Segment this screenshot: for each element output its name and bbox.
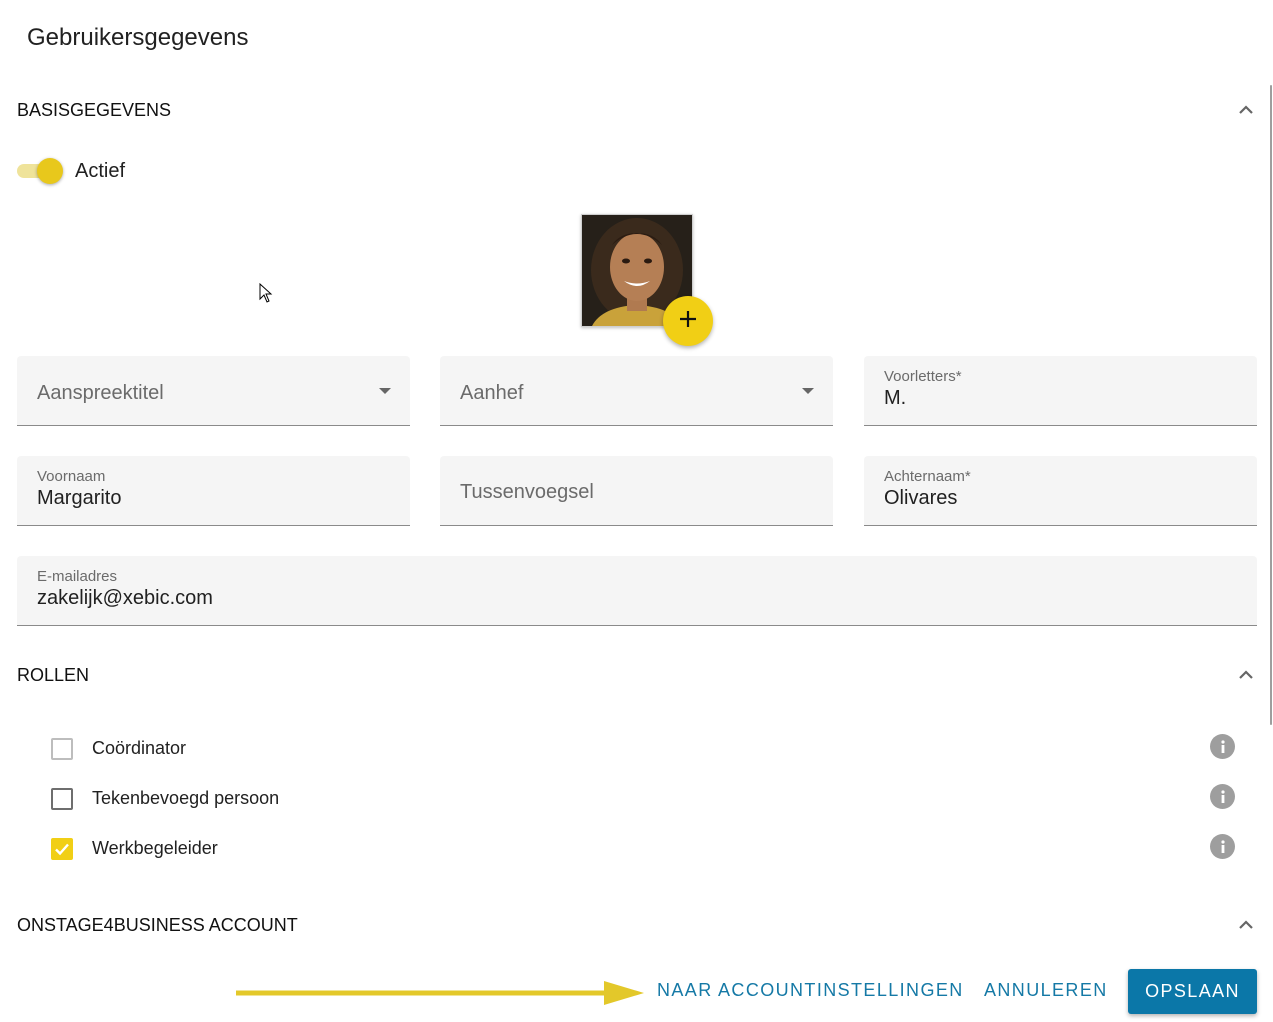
role-checkbox[interactable]	[51, 738, 73, 760]
dialog-title: Gebruikersgegevens	[27, 24, 249, 51]
achternaam-value[interactable]: Olivares	[884, 487, 957, 510]
role-label: Werkbegeleider	[92, 838, 218, 858]
aanspreektitel-placeholder: Aanspreektitel	[37, 382, 164, 404]
info-icon[interactable]	[1210, 784, 1235, 809]
role-row: Coördinator	[50, 734, 1235, 764]
section-rollen-header[interactable]: ROLLEN	[17, 659, 1256, 691]
chevron-down-icon	[802, 388, 814, 394]
mouse-cursor	[259, 282, 273, 308]
chevron-up-icon[interactable]	[1236, 915, 1256, 935]
email-value[interactable]: zakelijk@xebic.com	[37, 587, 213, 610]
toggle-thumb	[37, 158, 63, 184]
cancel-button[interactable]: ANNULEREN	[984, 980, 1108, 1001]
active-toggle-label: Actief	[75, 160, 126, 182]
role-row: Tekenbevoegd persoon	[50, 784, 1235, 814]
chevron-down-icon	[379, 388, 391, 394]
add-photo-button[interactable]	[663, 296, 713, 346]
voorletters-label: Voorletters*	[884, 368, 962, 385]
info-icon[interactable]	[1210, 734, 1235, 759]
aanhef-select[interactable]: Aanhef	[440, 356, 833, 426]
role-label: Tekenbevoegd persoon	[92, 788, 280, 808]
active-toggle[interactable]	[17, 158, 65, 186]
chevron-up-icon[interactable]	[1236, 665, 1256, 685]
section-title: BASISGEGEVENS	[17, 99, 172, 120]
voornaam-label: Voornaam	[37, 468, 106, 485]
aanhef-placeholder: Aanhef	[460, 382, 524, 404]
account-settings-button[interactable]: NAAR ACCOUNTINSTELLINGEN	[657, 980, 964, 1001]
info-icon[interactable]	[1210, 834, 1235, 859]
tussenvoegsel-field[interactable]: Tussenvoegsel	[440, 456, 833, 526]
voorletters-value[interactable]: M.	[884, 387, 906, 410]
role-checkbox[interactable]	[51, 788, 73, 810]
voornaam-field[interactable]: Voornaam Margarito	[17, 456, 410, 526]
save-button[interactable]: OPSLAAN	[1128, 969, 1257, 1014]
chevron-up-icon[interactable]	[1236, 100, 1256, 120]
section-title: ROLLEN	[17, 664, 90, 685]
section-title: ONSTAGE4BUSINESS ACCOUNT	[17, 914, 298, 935]
achternaam-label: Achternaam*	[884, 468, 971, 485]
email-field[interactable]: E-mailadres zakelijk@xebic.com	[17, 556, 1257, 626]
checkmark-icon	[55, 843, 69, 856]
voornaam-value[interactable]: Margarito	[37, 487, 121, 510]
role-label: Coördinator	[92, 738, 187, 758]
section-basisgegevens-header[interactable]: BASISGEGEVENS	[17, 94, 1256, 126]
email-label: E-mailadres	[37, 568, 118, 585]
tussenvoegsel-placeholder: Tussenvoegsel	[460, 481, 594, 503]
scrollbar[interactable]	[1270, 85, 1272, 725]
annotation-arrow	[236, 978, 646, 1013]
voorletters-field[interactable]: Voorletters* M.	[864, 356, 1257, 426]
role-row: Werkbegeleider	[50, 834, 1235, 864]
achternaam-field[interactable]: Achternaam* Olivares	[864, 456, 1257, 526]
section-account-header[interactable]: ONSTAGE4BUSINESS ACCOUNT	[17, 909, 1256, 941]
role-checkbox[interactable]	[51, 838, 73, 860]
aanspreektitel-select[interactable]: Aanspreektitel	[17, 356, 410, 426]
plus-icon	[678, 309, 698, 334]
